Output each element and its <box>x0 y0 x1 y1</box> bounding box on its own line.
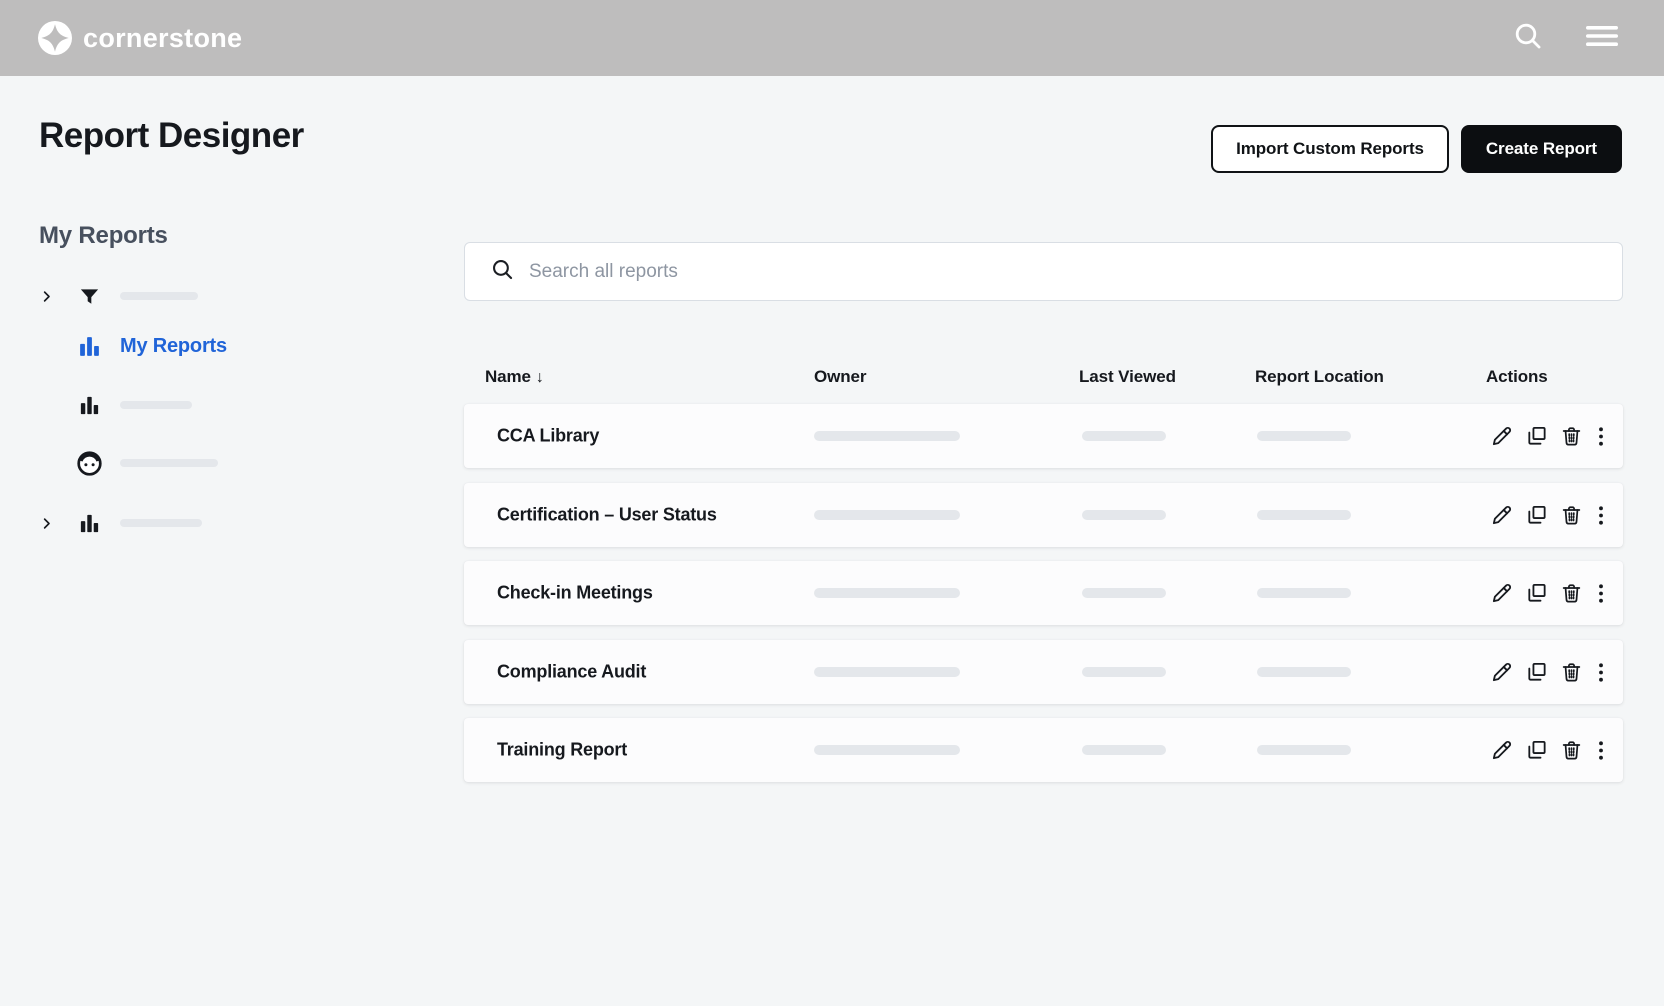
copy-icon[interactable] <box>1524 503 1548 527</box>
last-viewed-skeleton <box>1082 588 1166 598</box>
more-options-kebab-icon[interactable] <box>1594 503 1608 527</box>
sidebar-item-filter[interactable] <box>39 278 198 314</box>
filter-funnel-icon <box>72 285 106 308</box>
delete-trash-icon[interactable] <box>1559 660 1583 684</box>
column-header-last-viewed: Last Viewed <box>1079 367 1176 386</box>
report-name: CCA Library <box>497 425 600 446</box>
skeleton-label <box>120 401 192 409</box>
top-navigation-bar: cornerstone <box>0 0 1664 76</box>
owner-skeleton <box>814 431 960 441</box>
header-actions: Import Custom Reports Create Report <box>1211 125 1622 173</box>
owner-skeleton <box>814 667 960 677</box>
table-row[interactable]: Training Report <box>464 718 1623 782</box>
table-row[interactable]: Certification – User Status <box>464 483 1623 547</box>
chevron-right-icon[interactable] <box>39 289 61 304</box>
table-row[interactable]: Check-in Meetings <box>464 561 1623 625</box>
row-actions <box>1489 404 1608 468</box>
last-viewed-skeleton <box>1082 745 1166 755</box>
copy-icon[interactable] <box>1524 581 1548 605</box>
report-location-skeleton <box>1257 588 1351 598</box>
owner-skeleton <box>814 588 960 598</box>
chevron-right-icon[interactable] <box>39 516 61 531</box>
global-search-button[interactable] <box>1510 20 1546 56</box>
skeleton-label <box>120 292 198 300</box>
edit-pencil-icon[interactable] <box>1489 424 1513 448</box>
last-viewed-skeleton <box>1082 510 1166 520</box>
reports-search-bar <box>464 242 1623 301</box>
table-row[interactable]: CCA Library <box>464 404 1623 468</box>
last-viewed-skeleton <box>1082 431 1166 441</box>
bar-chart-icon <box>72 334 106 359</box>
search-icon <box>490 257 515 287</box>
more-options-kebab-icon[interactable] <box>1594 581 1608 605</box>
row-actions <box>1489 640 1608 704</box>
row-actions <box>1489 718 1608 782</box>
edit-pencil-icon[interactable] <box>1489 738 1513 762</box>
table-row[interactable]: Compliance Audit <box>464 640 1623 704</box>
copy-icon[interactable] <box>1524 738 1548 762</box>
report-location-skeleton <box>1257 431 1351 441</box>
report-name: Compliance Audit <box>497 661 647 682</box>
search-icon <box>1512 20 1544 57</box>
search-input[interactable] <box>529 260 1579 283</box>
hamburger-menu-icon <box>1583 22 1621 55</box>
main-menu-button[interactable] <box>1584 20 1620 56</box>
sidebar-item-report-1[interactable] <box>39 387 192 423</box>
report-location-skeleton <box>1257 667 1351 677</box>
sort-descending-icon: ↓ <box>535 369 544 386</box>
edit-pencil-icon[interactable] <box>1489 503 1513 527</box>
column-header-actions: Actions <box>1486 367 1548 386</box>
page-title: Report Designer <box>39 116 304 155</box>
edit-pencil-icon[interactable] <box>1489 660 1513 684</box>
person-face-icon <box>72 450 106 477</box>
more-options-kebab-icon[interactable] <box>1594 424 1608 448</box>
owner-skeleton <box>814 745 960 755</box>
column-header-report-location: Report Location <box>1255 367 1384 386</box>
row-actions <box>1489 483 1608 547</box>
skeleton-label <box>120 519 202 527</box>
copy-icon[interactable] <box>1524 660 1548 684</box>
column-header-owner: Owner <box>814 367 867 386</box>
more-options-kebab-icon[interactable] <box>1594 660 1608 684</box>
sidebar-item-my-reports[interactable]: My Reports <box>39 328 227 364</box>
import-custom-reports-button[interactable]: Import Custom Reports <box>1211 125 1449 173</box>
skeleton-label <box>120 459 218 467</box>
sidebar-item-label: My Reports <box>120 334 227 357</box>
delete-trash-icon[interactable] <box>1559 424 1583 448</box>
report-location-skeleton <box>1257 745 1351 755</box>
report-name: Check-in Meetings <box>497 582 653 603</box>
delete-trash-icon[interactable] <box>1559 738 1583 762</box>
last-viewed-skeleton <box>1082 667 1166 677</box>
report-name: Training Report <box>497 739 628 760</box>
delete-trash-icon[interactable] <box>1559 581 1583 605</box>
report-location-skeleton <box>1257 510 1351 520</box>
edit-pencil-icon[interactable] <box>1489 581 1513 605</box>
brand-name: cornerstone <box>83 22 243 53</box>
copy-icon[interactable] <box>1524 424 1548 448</box>
more-options-kebab-icon[interactable] <box>1594 738 1608 762</box>
delete-trash-icon[interactable] <box>1559 503 1583 527</box>
owner-skeleton <box>814 510 960 520</box>
sidebar-heading: My Reports <box>39 222 168 249</box>
bar-chart-icon <box>72 512 106 535</box>
row-actions <box>1489 561 1608 625</box>
bar-chart-icon <box>72 394 106 417</box>
report-name: Certification – User Status <box>497 504 717 525</box>
column-header-name[interactable]: Name ↓ <box>485 367 544 387</box>
cornerstone-logo: cornerstone <box>38 21 242 55</box>
report-designer-screen: cornerstone Report Designer Import Custo… <box>0 0 1664 1006</box>
create-report-button[interactable]: Create Report <box>1460 125 1622 173</box>
sidebar-item-report-2[interactable] <box>39 505 202 541</box>
sidebar-item-person[interactable] <box>39 445 218 481</box>
cornerstone-logo-icon <box>38 21 72 55</box>
